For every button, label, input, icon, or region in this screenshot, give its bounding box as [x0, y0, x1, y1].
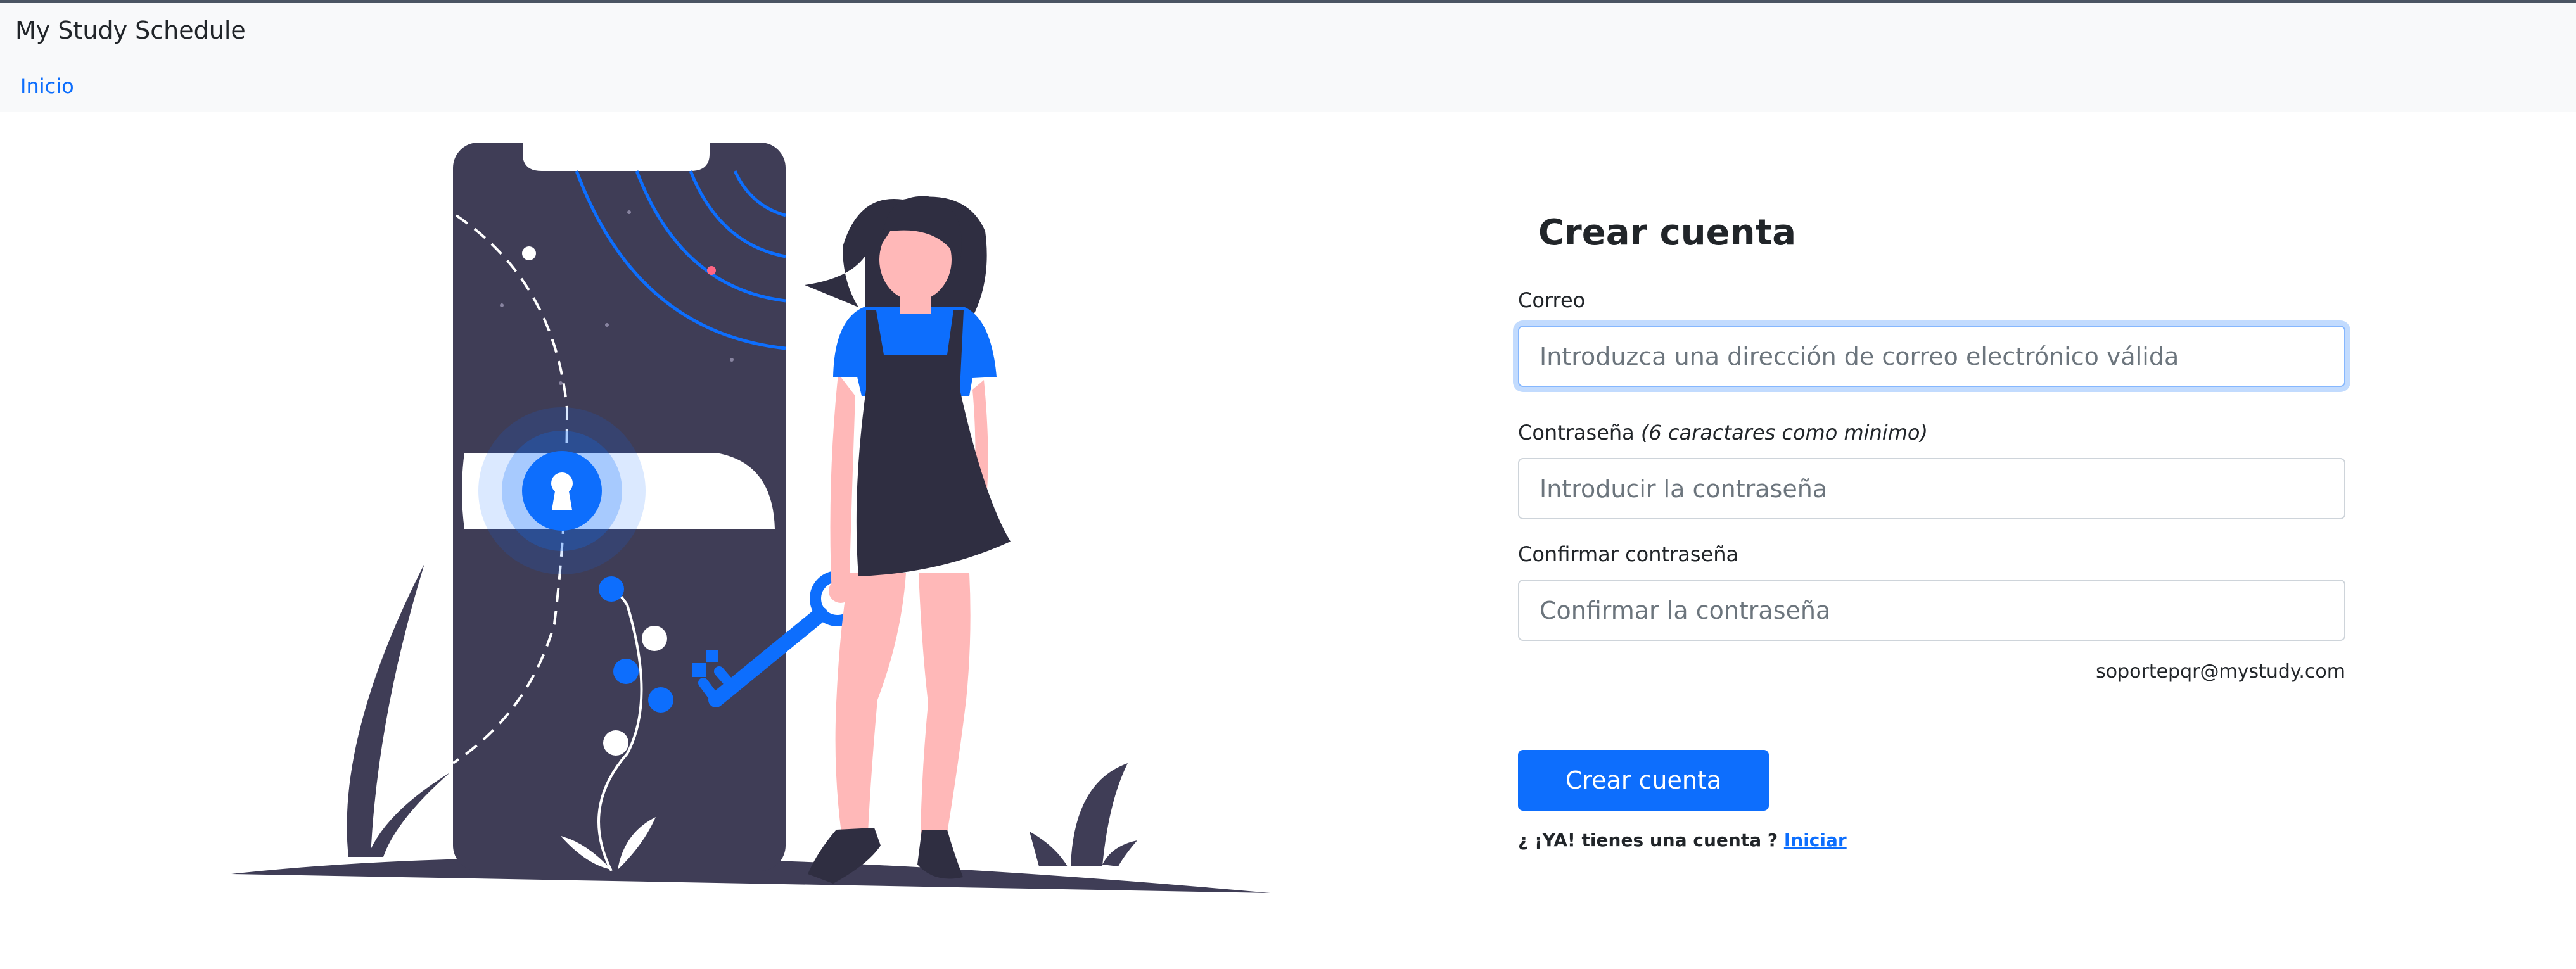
login-prompt: ¿ ¡YA! tienes una cuenta ? — [1518, 830, 1778, 851]
woman-with-key-illustration — [231, 141, 1270, 893]
phone-notch — [523, 141, 710, 171]
brand-title[interactable]: My Study Schedule — [15, 16, 246, 44]
nav-link-home[interactable]: Inicio — [20, 74, 74, 98]
grass-right-2 — [1030, 832, 1068, 866]
email-field[interactable] — [1518, 326, 2345, 387]
password-field[interactable] — [1518, 458, 2345, 519]
login-prompt-line: ¿ ¡YA! tienes una cuenta ? Iniciar — [1518, 830, 1847, 851]
navbar: My Study Schedule Inicio — [0, 3, 2576, 112]
grass-left-2 — [367, 773, 450, 857]
confirm-password-field[interactable] — [1518, 580, 2345, 641]
grass-right-3 — [1102, 840, 1137, 866]
password-label-text: Contraseña — [1518, 421, 1635, 445]
login-link[interactable]: Iniciar — [1784, 830, 1847, 851]
woman — [805, 196, 1011, 884]
email-label: Correo — [1518, 288, 1586, 312]
form-title: Crear cuenta — [1538, 212, 1797, 253]
grass-left — [347, 564, 424, 857]
confirm-password-label: Confirmar contraseña — [1518, 542, 1739, 566]
password-hint: (6 caractares como minimo) — [1640, 421, 1928, 445]
support-email: soportepqr@mystudy.com — [2096, 661, 2345, 683]
create-account-button[interactable]: Crear cuenta — [1518, 750, 1769, 811]
password-label: Contraseña (6 caractares como minimo) — [1518, 421, 1928, 445]
